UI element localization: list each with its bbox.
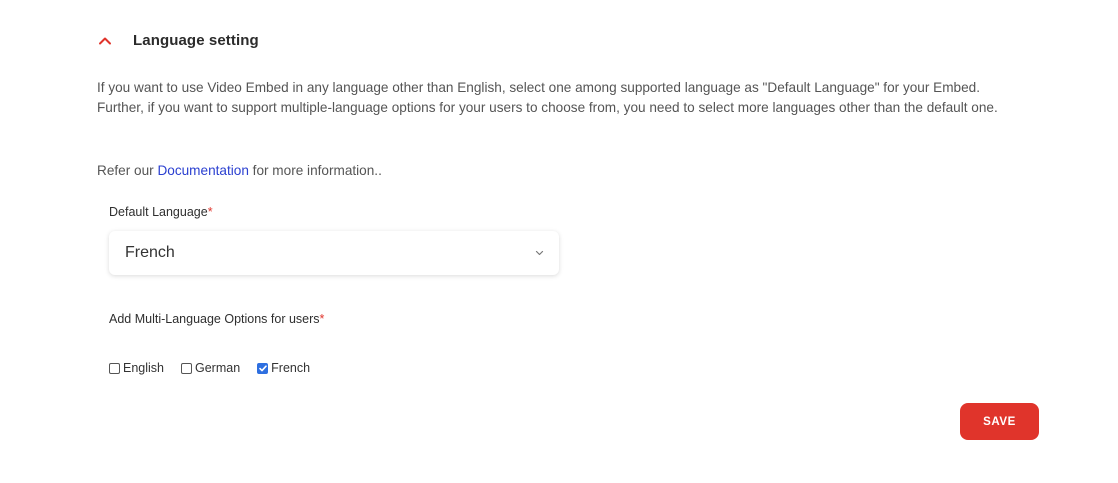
required-asterisk: * <box>319 312 325 326</box>
option-french[interactable]: French <box>257 361 310 375</box>
default-language-label: Default Language* <box>109 205 213 219</box>
chevron-up-icon[interactable] <box>94 29 116 51</box>
default-language-label-text: Default Language <box>109 205 208 219</box>
option-english[interactable]: English <box>109 361 164 375</box>
language-setting-toggle[interactable]: Language setting <box>94 28 259 52</box>
checkmark-icon <box>258 364 267 371</box>
default-language-value: French <box>125 244 175 261</box>
default-language-select[interactable]: French <box>109 231 559 275</box>
required-asterisk: * <box>207 205 213 219</box>
multi-language-label: Add Multi-Language Options for users* <box>109 312 324 326</box>
documentation-note: Refer our Documentation for more informa… <box>97 161 382 181</box>
option-label: French <box>271 361 311 375</box>
documentation-link[interactable]: Documentation <box>157 163 248 178</box>
multi-language-label-text: Add Multi-Language Options for users <box>109 312 320 326</box>
german-checkbox[interactable] <box>181 362 192 374</box>
multi-language-options: English German French <box>109 361 327 375</box>
section-title: Language setting <box>133 31 259 49</box>
refer-suffix: for more information.. <box>248 163 382 178</box>
language-description: If you want to use Video Embed in any la… <box>97 80 998 115</box>
option-german[interactable]: German <box>181 361 240 375</box>
option-label: English <box>123 361 164 375</box>
refer-prefix: Refer our <box>97 163 158 178</box>
french-checkbox[interactable] <box>257 362 269 374</box>
option-label: German <box>195 361 241 375</box>
chevron-down-icon <box>533 247 545 259</box>
english-checkbox[interactable] <box>109 362 120 374</box>
save-button[interactable]: SAVE <box>960 403 1039 440</box>
